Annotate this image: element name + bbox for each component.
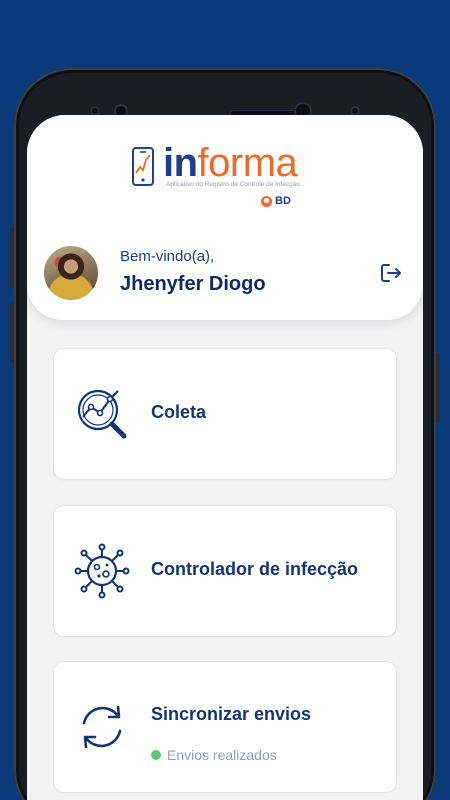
user-name: Jhenyfer Diogo [120, 273, 266, 295]
sync-status: Envios realizados [151, 747, 277, 763]
menu-label-controlador: Controlador de infecção [151, 559, 359, 579]
menu-card-controlador[interactable]: Controlador de infecção [54, 506, 396, 636]
logo-in-text: in [163, 141, 198, 185]
logo-subtitle: Aplicativo do Registro de Controle de In… [166, 181, 300, 188]
informa-logo: informa Aplicativo do Registro de Contro… [131, 141, 301, 215]
logout-icon[interactable] [379, 261, 403, 285]
menu-label-coleta: Coleta [151, 402, 207, 422]
profile-header: informa Aplicativo do Registro de Contro… [27, 115, 423, 320]
volume-button [10, 303, 14, 363]
avatar[interactable] [44, 246, 98, 300]
sync-icon [82, 705, 122, 749]
logo-wordmark: informa [163, 141, 298, 185]
volume-button [10, 228, 14, 288]
search-chart-icon [77, 389, 127, 439]
virus-icon [74, 543, 130, 599]
bd-brand-text: BD [275, 195, 291, 207]
bd-logo-icon: ✺ [261, 195, 272, 207]
app-screen: informa Aplicativo do Registro de Contro… [27, 115, 423, 800]
menu-label-sincronizar: Sincronizar envios [151, 704, 312, 724]
greeting-text: Bem-vindo(a), [120, 248, 215, 265]
sync-status-text: Envios realizados [167, 747, 277, 763]
phone-chart-icon [132, 147, 154, 186]
menu-card-sincronizar[interactable]: Sincronizar envios Envios realizados [54, 662, 396, 792]
status-dot-icon [151, 750, 161, 760]
power-button [436, 353, 440, 423]
menu-card-coleta[interactable]: Coleta [54, 349, 396, 479]
bd-brand: ✺ BD [261, 195, 291, 207]
logo-forma-text: forma [197, 141, 298, 185]
